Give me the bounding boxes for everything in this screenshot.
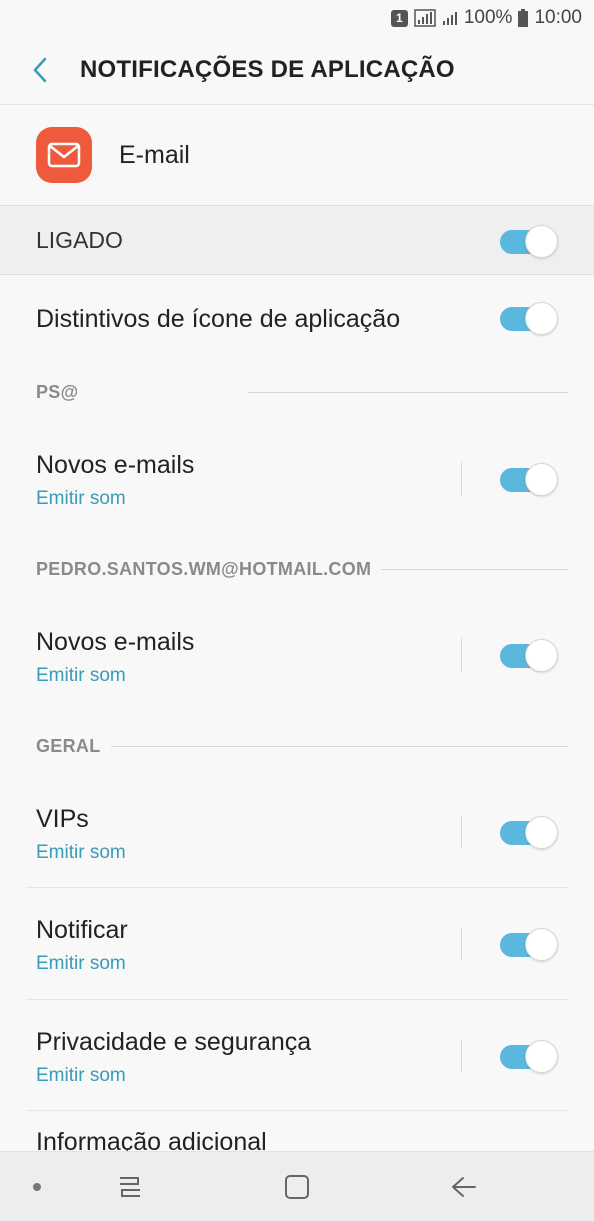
section-label: GERAL: [36, 735, 101, 756]
status-bar: 1 100% 10:00: [0, 0, 594, 36]
item-toggle[interactable]: [500, 1040, 558, 1073]
navigation-bar: [0, 1151, 594, 1221]
list-item[interactable]: Notificar Emitir som: [0, 900, 594, 990]
signal-icon-2: [442, 12, 457, 25]
badges-toggle-row[interactable]: Distintivos de ícone de aplicação: [0, 277, 594, 361]
app-info-row: E-mail: [0, 104, 594, 205]
master-toggle-label: LIGADO: [36, 226, 123, 253]
item-sub: Emitir som: [36, 487, 126, 509]
badges-label: Distintivos de ícone de aplicação: [36, 304, 401, 333]
master-toggle-row[interactable]: LIGADO: [0, 205, 594, 275]
back-icon[interactable]: [434, 1152, 494, 1221]
item-sub: Emitir som: [36, 841, 126, 863]
list-item[interactable]: Novos e-mails Emitir som: [0, 612, 594, 702]
chevron-left-icon: [33, 57, 47, 83]
item-label: Novos e-mails: [36, 450, 195, 479]
list-item[interactable]: Novos e-mails Emitir som: [0, 435, 594, 525]
item-toggle[interactable]: [500, 816, 558, 849]
page-title: NOTIFICAÇÕES DE APLICAÇÃO: [80, 56, 455, 83]
section-header: GERAL: [36, 731, 568, 761]
item-toggle[interactable]: [500, 639, 558, 672]
mail-icon: [36, 127, 92, 183]
master-toggle[interactable]: [500, 225, 558, 258]
dot-icon: [22, 1152, 52, 1221]
item-label: Notificar: [36, 915, 128, 944]
home-icon[interactable]: [267, 1152, 327, 1221]
sim-badge: 1: [390, 9, 408, 27]
item-sub: Emitir som: [36, 1064, 126, 1086]
recent-apps-icon[interactable]: [100, 1152, 160, 1221]
item-label: Novos e-mails: [36, 627, 195, 656]
item-label: VIPs: [36, 804, 89, 833]
section-header: PEDRO.SANTOS.WM@HOTMAIL.COM: [36, 554, 568, 584]
list-item[interactable]: Privacidade e segurança Emitir som: [0, 1012, 594, 1102]
section-header: PS@: [36, 377, 568, 407]
item-sub: Emitir som: [36, 664, 126, 686]
section-label: PEDRO.SANTOS.WM@HOTMAIL.COM: [36, 558, 372, 579]
app-name: E-mail: [119, 140, 190, 169]
badges-toggle[interactable]: [500, 302, 558, 335]
back-button[interactable]: [0, 36, 80, 104]
signal-icon: [414, 9, 436, 27]
battery-percent: 100%: [463, 7, 513, 28]
battery-icon: [518, 9, 529, 27]
item-toggle[interactable]: [500, 928, 558, 961]
list-item[interactable]: VIPs Emitir som: [0, 789, 594, 879]
item-toggle[interactable]: [500, 463, 558, 496]
item-sub: Emitir som: [36, 952, 126, 974]
section-label: PS@: [36, 381, 79, 402]
item-label: Privacidade e segurança: [36, 1027, 312, 1056]
clock: 10:00: [534, 7, 582, 28]
app-bar: NOTIFICAÇÕES DE APLICAÇÃO: [0, 36, 594, 104]
